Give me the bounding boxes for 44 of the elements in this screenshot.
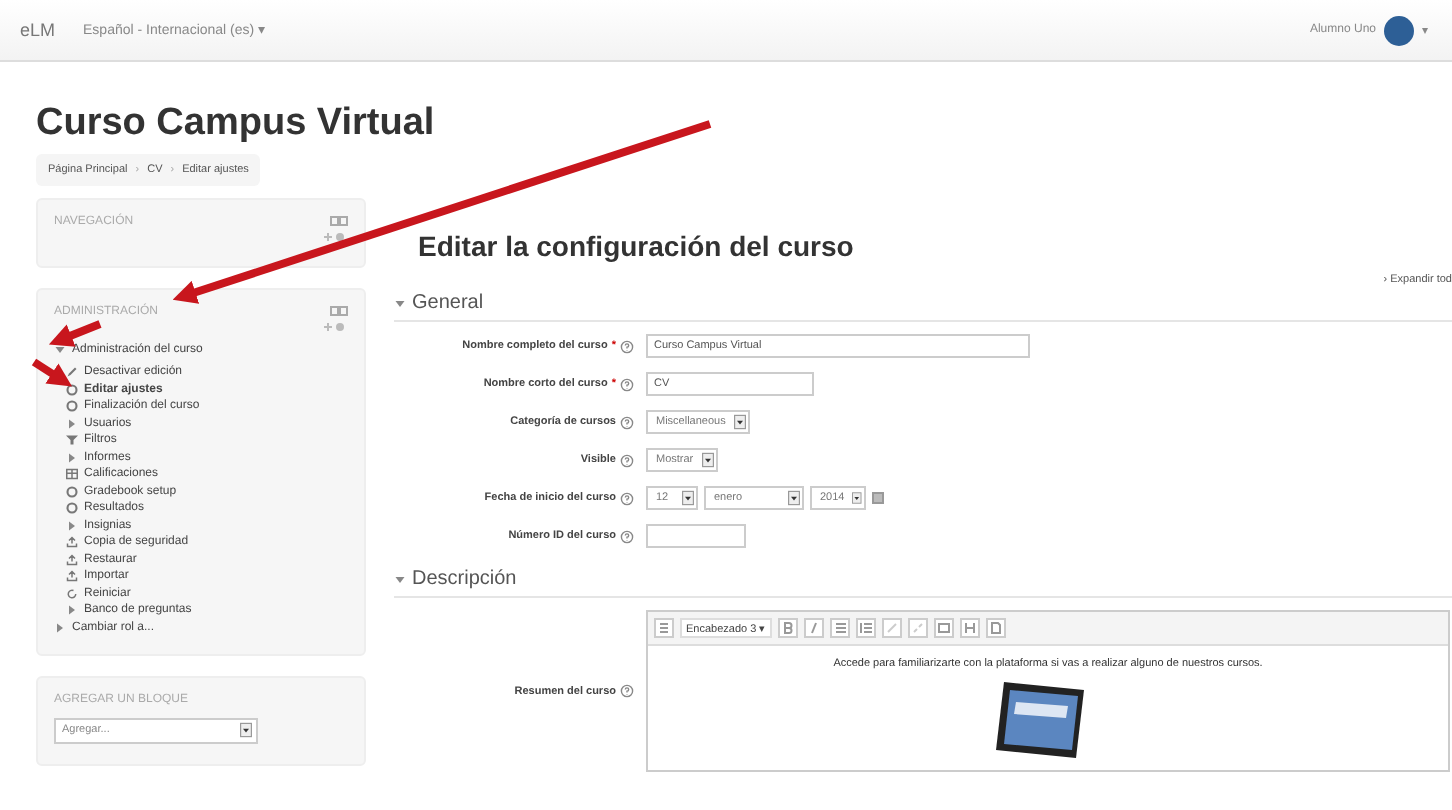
section-heading[interactable]: General — [412, 292, 484, 314]
caret-down-icon — [394, 573, 406, 585]
user-avatar[interactable] — [1384, 15, 1414, 45]
caret-right-icon — [66, 417, 78, 429]
table-icon — [66, 468, 78, 480]
dropdown-arrow-icon[interactable] — [788, 490, 800, 506]
bold-icon[interactable] — [777, 618, 798, 638]
help-icon[interactable] — [620, 415, 634, 429]
dropdown-arrow-icon[interactable] — [682, 490, 694, 506]
section-heading[interactable]: Descripción — [412, 568, 517, 590]
annotation-arrow — [31, 358, 73, 387]
image-icon[interactable] — [933, 618, 954, 638]
help-icon[interactable] — [620, 453, 634, 467]
caret-down-icon — [394, 297, 406, 309]
dock-icon[interactable] — [330, 306, 348, 316]
caret-right-icon — [66, 451, 78, 463]
form-title: Editar la configuración del curso — [418, 230, 856, 262]
media-icon[interactable] — [959, 618, 980, 638]
help-icon[interactable] — [620, 684, 634, 698]
toolbar-toggle-icon[interactable] — [654, 618, 674, 638]
help-icon[interactable] — [620, 529, 634, 543]
annotation-arrow — [48, 320, 102, 347]
help-icon[interactable] — [620, 491, 634, 505]
caret-right-icon — [66, 519, 78, 531]
help-icon[interactable] — [620, 339, 634, 353]
filter-icon — [66, 434, 78, 446]
dropdown-arrow-icon[interactable] — [733, 414, 746, 430]
dropdown-arrow-icon[interactable] — [240, 722, 252, 738]
upload-icon — [66, 553, 78, 565]
upload-icon — [66, 570, 78, 582]
numbered-list-icon[interactable] — [855, 618, 876, 638]
text-field[interactable] — [646, 524, 746, 548]
help-icon[interactable] — [620, 377, 634, 391]
dropdown-arrow-icon[interactable] — [701, 452, 714, 468]
pencil-icon — [66, 366, 78, 378]
bullet-list-icon[interactable] — [829, 618, 850, 638]
refresh-icon — [66, 587, 78, 599]
page-title: Curso Campus Virtual — [36, 102, 437, 146]
block-actions-icon[interactable] — [324, 232, 348, 242]
upload-icon — [66, 536, 78, 548]
site-logo[interactable]: eLM — [20, 20, 56, 40]
file-icon[interactable] — [985, 618, 1006, 638]
caret-down-icon — [54, 344, 66, 356]
italic-icon[interactable] — [803, 618, 824, 638]
